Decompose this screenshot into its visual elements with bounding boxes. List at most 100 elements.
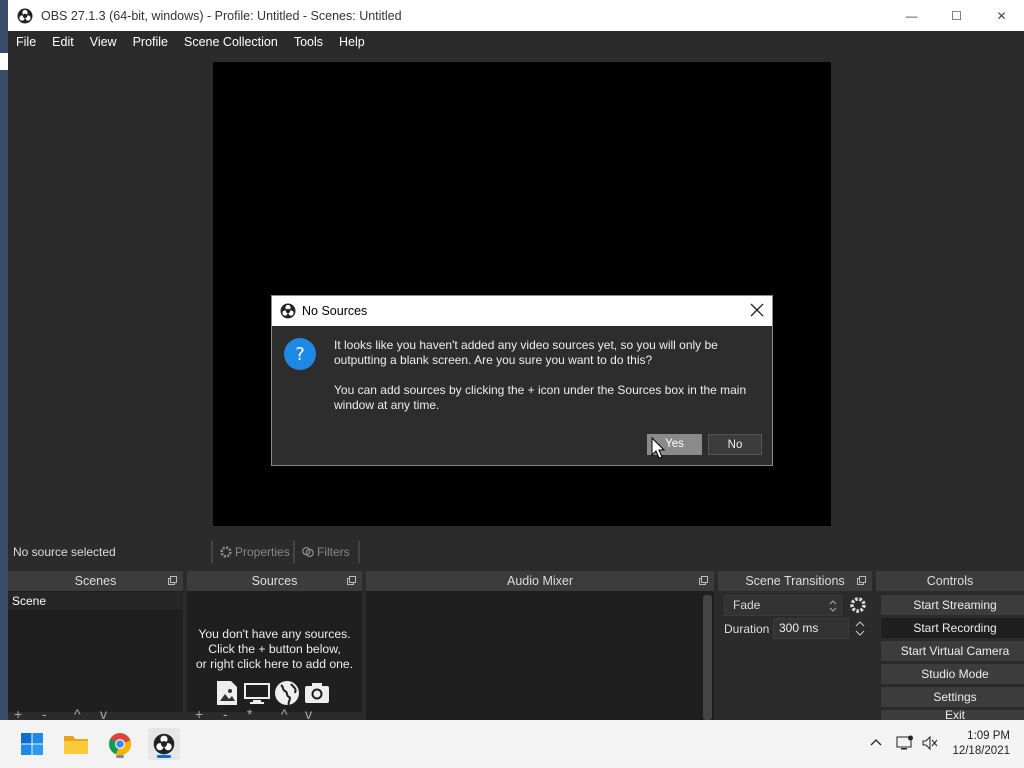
start-virtual-camera-button[interactable]: Start Virtual Camera xyxy=(881,641,1024,661)
controls-dock: Controls Start Streaming Start Recording… xyxy=(876,571,1024,720)
scenes-dock: Scenes Scene + - ^ v xyxy=(8,571,183,722)
image-icon xyxy=(217,681,237,705)
camera-icon xyxy=(305,683,329,703)
menu-tools[interactable]: Tools xyxy=(286,31,331,53)
running-indicator xyxy=(116,755,124,758)
audio-mixer-dock: Audio Mixer xyxy=(366,571,714,720)
minimize-button[interactable]: — xyxy=(889,0,934,31)
desktop-edge xyxy=(0,0,8,720)
gear-icon[interactable] xyxy=(849,596,867,614)
no-button[interactable]: No xyxy=(708,434,762,455)
controls-body: Start Streaming Start Recording Start Vi… xyxy=(876,591,1024,720)
clock-date: 12/18/2021 xyxy=(952,745,1010,757)
undock-icon[interactable] xyxy=(857,576,866,585)
scenes-footer: + - ^ v xyxy=(8,706,183,722)
menu-profile[interactable]: Profile xyxy=(125,31,176,53)
sources-dock-header: Sources xyxy=(187,571,362,591)
filter-icon xyxy=(302,546,314,558)
properties-label: Properties xyxy=(235,545,290,559)
globe-icon xyxy=(275,681,299,706)
dialog-message-2: You can add sources by clicking the + ic… xyxy=(334,383,764,413)
file-explorer-icon xyxy=(64,736,88,754)
speaker-muted-icon[interactable] xyxy=(922,735,938,751)
dialog-line: window at any time. xyxy=(334,398,440,412)
undock-icon[interactable] xyxy=(699,576,708,585)
audio-mixer-header: Audio Mixer xyxy=(366,571,714,591)
no-source-label: No source selected xyxy=(13,545,116,559)
studio-mode-button[interactable]: Studio Mode xyxy=(881,664,1024,684)
start-button[interactable] xyxy=(16,728,48,760)
scenes-list[interactable]: Scene + - ^ v xyxy=(8,591,183,722)
scenes-dock-title: Scenes xyxy=(74,574,117,588)
source-type-icons xyxy=(213,679,331,707)
toolbar-separator xyxy=(211,541,213,563)
desktop-window-edge xyxy=(0,53,8,70)
scene-transitions-dock: Scene Transitions Fade Duration 300 ms xyxy=(718,571,872,720)
close-icon[interactable] xyxy=(750,303,764,317)
gear-icon xyxy=(220,546,232,558)
window-title: OBS 27.1.3 (64-bit, windows) - Profile: … xyxy=(41,8,402,23)
empty-line: or right click here to add one. xyxy=(195,657,354,671)
filters-button[interactable]: Filters xyxy=(301,542,350,562)
transition-select[interactable]: Fade xyxy=(724,595,842,616)
menu-scene-collection[interactable]: Scene Collection xyxy=(176,31,286,53)
empty-sources-message: You don't have any sources. Click the + … xyxy=(187,627,362,672)
sources-dock: Sources You don't have any sources. Clic… xyxy=(187,571,362,722)
no-sources-dialog: No Sources ? It looks like you haven't a… xyxy=(271,295,773,466)
dialog-line: outputting a blank screen. Are you sure … xyxy=(334,353,653,367)
duration-input[interactable]: 300 ms xyxy=(773,618,849,639)
chrome-button[interactable] xyxy=(104,728,136,760)
exit-button[interactable]: Exit xyxy=(881,710,1024,720)
mouse-cursor-icon xyxy=(651,437,665,459)
scene-transitions-body: Fade Duration 300 ms xyxy=(718,591,872,720)
sources-footer: + - * ^ v xyxy=(187,706,362,722)
dialog-line: It looks like you haven't added any vide… xyxy=(334,338,718,352)
sources-list[interactable]: You don't have any sources. Click the + … xyxy=(187,591,362,722)
obs-logo-icon xyxy=(280,303,296,319)
menu-help[interactable]: Help xyxy=(331,31,373,53)
taskbar: 1:09 PM 12/18/2021 xyxy=(0,720,1024,768)
select-arrows-icon[interactable] xyxy=(826,597,840,615)
menu-file[interactable]: File xyxy=(8,31,44,53)
empty-line: Click the + button below, xyxy=(208,642,341,656)
dialog-line: You can add sources by clicking the + ic… xyxy=(334,383,747,397)
scene-transitions-header: Scene Transitions xyxy=(718,571,872,591)
svg-text:?: ? xyxy=(295,344,305,365)
start-recording-button[interactable]: Start Recording xyxy=(881,618,1024,638)
display-status-icon[interactable] xyxy=(896,735,914,751)
properties-button[interactable]: Properties xyxy=(219,542,290,562)
chevron-up-icon[interactable] xyxy=(870,737,882,747)
controls-header: Controls xyxy=(876,571,1024,591)
duration-stepper-icon[interactable] xyxy=(853,618,867,639)
close-button[interactable]: ✕ xyxy=(979,0,1024,31)
system-clock[interactable]: 1:09 PM 12/18/2021 xyxy=(952,729,1010,759)
source-toolbar xyxy=(8,539,1024,565)
obs-logo-icon xyxy=(17,8,33,23)
settings-button[interactable]: Settings xyxy=(881,687,1024,707)
undock-icon[interactable] xyxy=(168,576,177,585)
active-indicator xyxy=(157,755,171,758)
start-icon xyxy=(21,733,43,755)
obs-taskbar-button[interactable] xyxy=(148,728,180,760)
menu-bar: File Edit View Profile Scene Collection … xyxy=(8,31,1024,53)
window-titlebar[interactable]: OBS 27.1.3 (64-bit, windows) - Profile: … xyxy=(8,0,1024,31)
mixer-scrollbar[interactable] xyxy=(703,595,712,720)
menu-view[interactable]: View xyxy=(82,31,125,53)
start-streaming-button[interactable]: Start Streaming xyxy=(881,595,1024,615)
undock-icon[interactable] xyxy=(347,576,356,585)
obs-icon xyxy=(153,733,175,755)
duration-label: Duration xyxy=(724,622,770,636)
controls-title: Controls xyxy=(926,574,974,588)
scene-transitions-title: Scene Transitions xyxy=(745,574,845,588)
menu-edit[interactable]: Edit xyxy=(44,31,82,53)
maximize-button[interactable]: ☐ xyxy=(934,0,979,31)
file-explorer-button[interactable] xyxy=(60,728,92,760)
dialog-title: No Sources xyxy=(302,304,368,318)
scenes-dock-header: Scenes xyxy=(8,571,183,591)
dialog-titlebar[interactable]: No Sources xyxy=(272,296,772,326)
scene-list-item[interactable]: Scene xyxy=(8,592,183,610)
audio-mixer-title: Audio Mixer xyxy=(507,574,573,588)
chrome-icon xyxy=(108,733,132,756)
dialog-message-1: It looks like you haven't added any vide… xyxy=(334,338,764,368)
toolbar-separator xyxy=(358,541,360,563)
